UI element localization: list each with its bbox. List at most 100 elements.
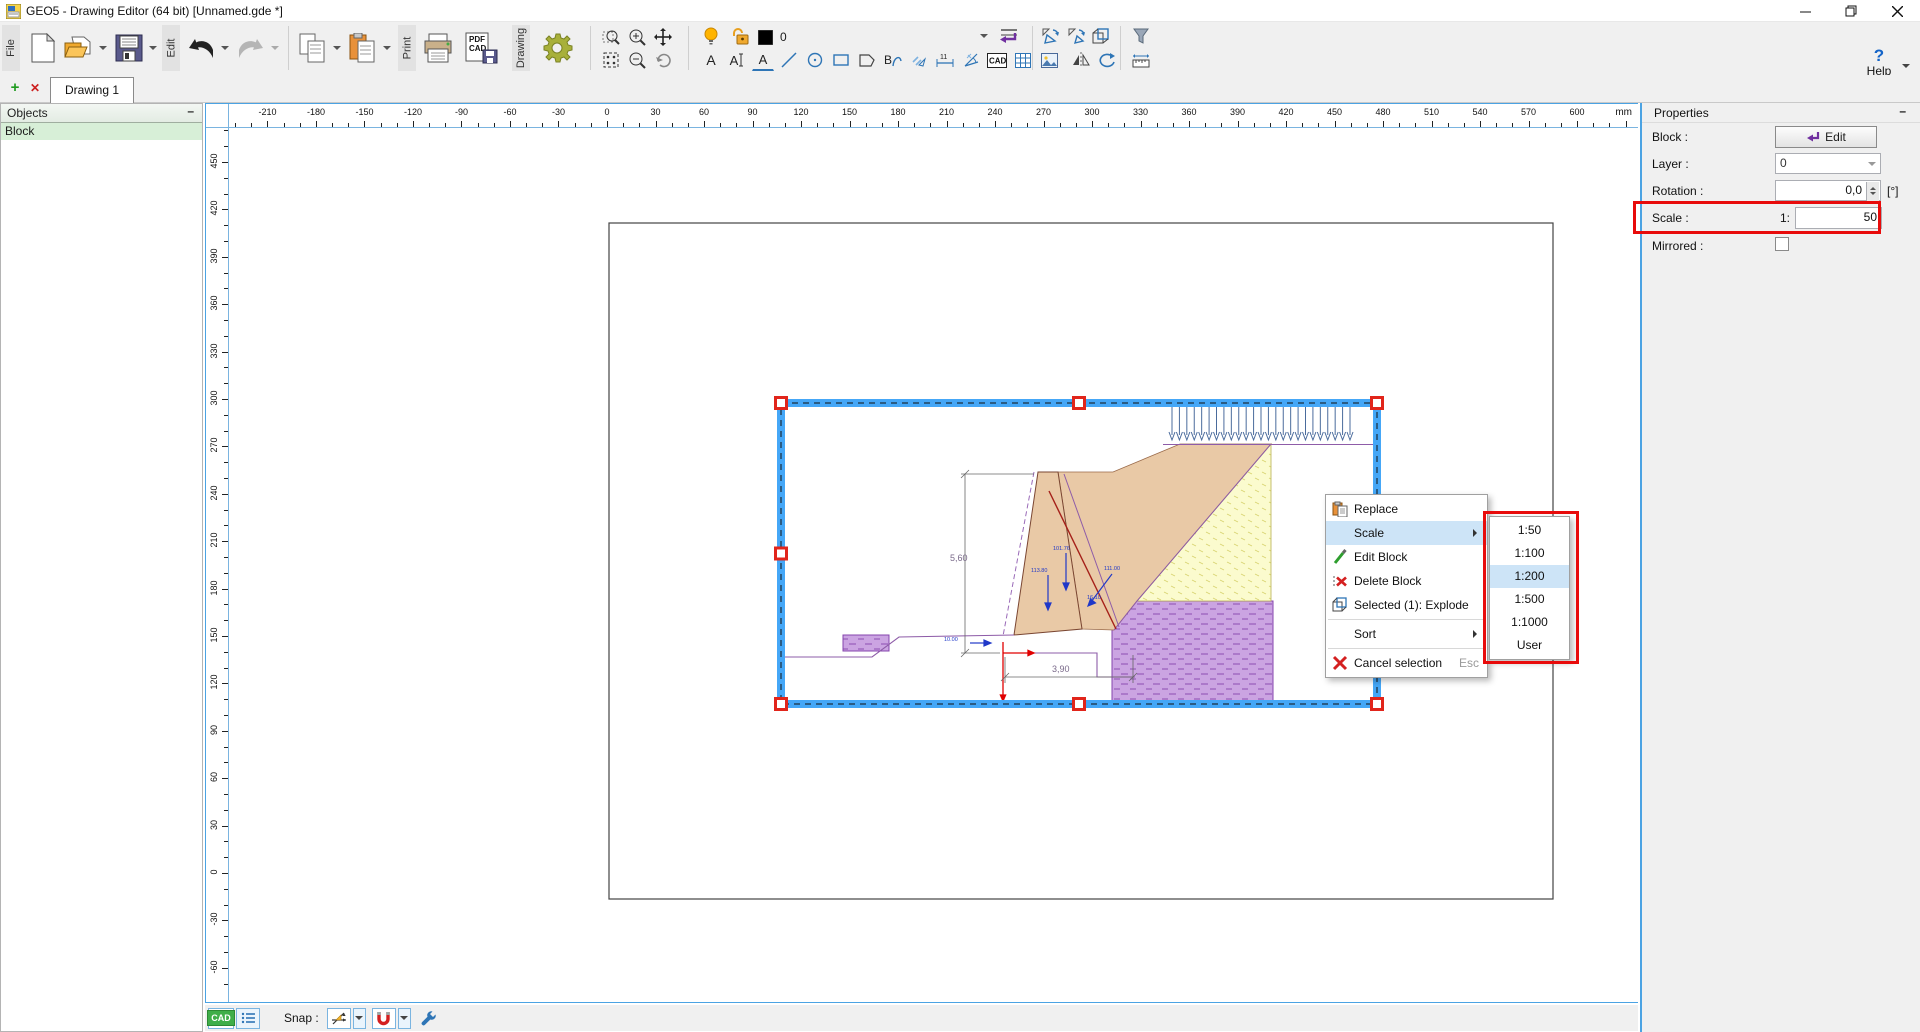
lock-button[interactable] [730, 25, 752, 47]
v-ruler-tick [224, 557, 228, 558]
measure-button[interactable] [1130, 49, 1152, 71]
print-button[interactable] [420, 30, 456, 66]
insert-table-button[interactable] [1012, 49, 1034, 71]
menu-item-cancel-selection[interactable]: Cancel selectionEsc [1326, 651, 1487, 675]
menu-item-scale[interactable]: Scale [1326, 521, 1487, 545]
h-ruler-tick [1480, 121, 1481, 127]
snap-settings-button[interactable] [417, 1008, 441, 1029]
snap-magnet-button[interactable] [372, 1008, 396, 1029]
scale-option-1-100[interactable]: 1:100 [1490, 542, 1569, 565]
h-ruler-tick [672, 123, 673, 127]
pan-button[interactable] [652, 26, 674, 48]
zoom-in-button[interactable] [626, 26, 648, 48]
menu-item-selected-1-explode[interactable]: Selected (1): Explode [1326, 593, 1487, 617]
v-ruler-tick [224, 225, 228, 226]
explode-block-button[interactable] [1090, 25, 1112, 47]
dimension-tool-button[interactable]: 11 [934, 49, 956, 71]
objects-collapse-button[interactable]: – [187, 104, 194, 118]
text-tool-button[interactable]: A [700, 49, 722, 71]
filter-button[interactable] [1130, 25, 1152, 47]
paste-dropdown[interactable] [381, 28, 393, 68]
file-group-label[interactable]: File [2, 25, 20, 71]
scale-option-1-1000[interactable]: 1:1000 [1490, 611, 1569, 634]
new-drawing-button[interactable] [26, 30, 60, 66]
save-button[interactable] [112, 30, 146, 66]
drawing-group-label[interactable]: Drawing [512, 25, 530, 71]
angle-dimension-tool-button[interactable] [960, 49, 982, 71]
text-on-line-tool-button[interactable]: A [752, 49, 774, 71]
h-ruler-label: 270 [1036, 107, 1051, 117]
unlock-padlock-icon [732, 27, 750, 45]
scale-option-1-50[interactable]: 1:50 [1490, 519, 1569, 542]
new-document-icon [31, 33, 55, 63]
mirrored-checkbox[interactable] [1775, 237, 1789, 251]
break-tool-button[interactable] [908, 49, 930, 71]
line-tool-button[interactable] [778, 49, 800, 71]
scale-input[interactable]: 50 [1795, 207, 1882, 229]
paste-button[interactable] [346, 30, 380, 66]
help-button[interactable]: ? Help [1856, 48, 1902, 78]
image-icon [1041, 53, 1058, 68]
list-toggle[interactable] [236, 1008, 260, 1029]
layer-dropdown[interactable]: 0 [1775, 153, 1881, 174]
tab-drawing-1[interactable]: Drawing 1 [50, 77, 134, 103]
add-drawing-button[interactable]: + [6, 78, 24, 98]
close-drawing-button[interactable]: ✕ [26, 78, 44, 98]
redo-dropdown[interactable] [269, 28, 281, 68]
h-ruler-tick [1124, 123, 1125, 127]
scale-option-1-200[interactable]: 1:200 [1490, 565, 1569, 588]
rectangle-tool-button[interactable] [830, 49, 852, 71]
v-ruler-label: 60 [209, 768, 219, 786]
rotate-button[interactable] [1096, 49, 1118, 71]
spline-tool-button[interactable]: B [882, 49, 904, 71]
copy-button[interactable] [296, 30, 330, 66]
edit-block-button[interactable]: Edit [1775, 126, 1877, 148]
menu-item-edit-block[interactable]: Edit Block [1326, 545, 1487, 569]
undo-dropdown[interactable] [219, 28, 231, 68]
rotation-spinner[interactable] [1866, 182, 1879, 201]
mirror-button[interactable] [1070, 49, 1092, 71]
zoom-region-button[interactable] [600, 26, 622, 48]
cad-mode-toggle[interactable]: CAD [208, 1008, 234, 1029]
scale-option-1-500[interactable]: 1:500 [1490, 588, 1569, 611]
menu-item-delete-block[interactable]: Delete Block [1326, 569, 1487, 593]
copy-dropdown[interactable] [331, 28, 343, 68]
undo-button[interactable] [184, 30, 218, 66]
export-pdf-cad-button[interactable]: PDF CAD [462, 30, 502, 66]
v-ruler-tick [224, 462, 228, 463]
zoom-fit-button[interactable] [600, 49, 622, 71]
redo-button[interactable] [234, 30, 268, 66]
zoom-out-button[interactable] [626, 49, 648, 71]
scale-option-user[interactable]: User [1490, 634, 1569, 657]
snap-grid-dropdown[interactable] [353, 1008, 366, 1029]
text-box-tool-button[interactable]: A [726, 49, 748, 71]
snap-grid-button[interactable] [327, 1008, 351, 1029]
save-dropdown[interactable] [147, 28, 159, 68]
pen-color-swatch[interactable] [756, 28, 774, 46]
edit-group-label[interactable]: Edit [162, 25, 180, 71]
v-ruler-tick [222, 257, 228, 258]
pen-style-dropdown[interactable] [978, 22, 990, 50]
circle-tool-button[interactable] [804, 49, 826, 71]
open-file-button[interactable] [62, 30, 96, 66]
apply-properties-button[interactable] [1066, 25, 1088, 47]
menu-item-replace[interactable]: Replace [1326, 497, 1487, 521]
close-button[interactable] [1874, 0, 1920, 22]
restore-button[interactable] [1828, 0, 1874, 22]
insert-cad-button[interactable]: CAD [986, 49, 1008, 71]
minimize-button[interactable] [1782, 0, 1828, 22]
copy-properties-button[interactable] [1040, 25, 1062, 47]
menu-item-sort[interactable]: Sort [1326, 622, 1487, 646]
drawing-order-button[interactable] [998, 25, 1020, 47]
properties-collapse-button[interactable]: – [1899, 104, 1906, 118]
open-file-dropdown[interactable] [97, 28, 109, 68]
object-list-item-block[interactable]: Block [1, 123, 202, 140]
zoom-previous-button[interactable] [652, 49, 674, 71]
insert-image-button[interactable] [1038, 49, 1060, 71]
settings-button[interactable] [536, 28, 578, 68]
visibility-bulb-button[interactable] [700, 25, 722, 47]
print-group-label[interactable]: Print [398, 25, 416, 71]
snap-magnet-dropdown[interactable] [398, 1008, 411, 1029]
rotation-input[interactable]: 0,0 [1775, 180, 1881, 201]
polygon-tool-button[interactable] [856, 49, 878, 71]
